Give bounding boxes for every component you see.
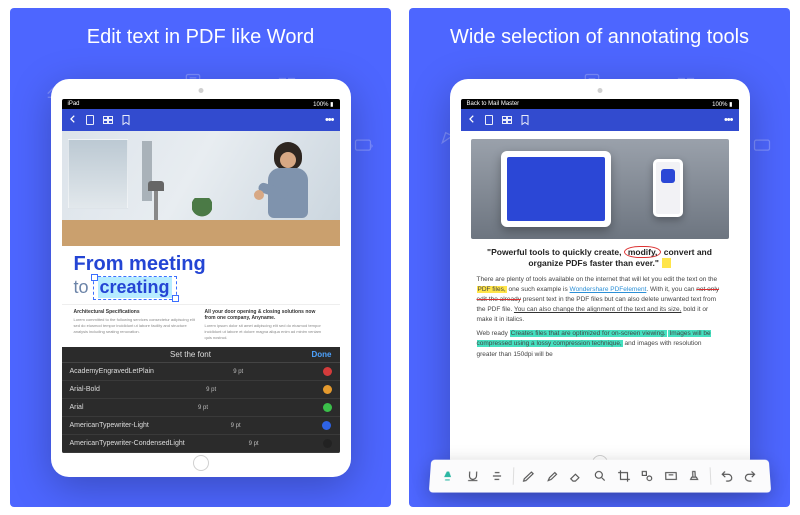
color-swatch[interactable]: [323, 439, 332, 448]
back-button[interactable]: [68, 113, 78, 127]
col1-heading: Architectural Specifications: [74, 309, 197, 315]
tool-marker[interactable]: [544, 468, 560, 483]
circled-word: modify,: [624, 246, 662, 258]
tool-underline[interactable]: [464, 468, 481, 483]
status-left: iPad: [68, 101, 80, 107]
app-toolbar: •••: [461, 109, 739, 131]
headline-edit-word: creating: [98, 277, 172, 298]
toolbar-menu-icon[interactable]: •••: [325, 114, 334, 126]
link: Wondershare PDFelement: [570, 286, 647, 293]
document-page: "Powerful tools to quickly create, modif…: [461, 131, 739, 453]
color-swatch[interactable]: [323, 367, 332, 376]
font-name: AcademyEngravedLetPlain: [70, 368, 154, 375]
highlight-yellow: PDF files,: [477, 286, 507, 293]
tool-stamp[interactable]: [686, 468, 703, 483]
font-row[interactable]: Arial-Bold 9 pt: [62, 381, 340, 399]
col2-text: Lorem ipsum dolor sit amet adipiscing el…: [205, 323, 328, 341]
font-name: AmericanTypewriter-CondensedLight: [70, 440, 185, 447]
tool-crop[interactable]: [615, 468, 631, 483]
color-swatch[interactable]: [323, 385, 332, 394]
body-text: There are plenty of tools available on t…: [461, 275, 739, 370]
font-size: 9 pt: [198, 405, 208, 411]
col1-text: Lorem committed to the following service…: [74, 317, 197, 335]
font-picker-panel: Set the font Done AcademyEngravedLetPlai…: [62, 347, 340, 453]
font-name: Arial: [70, 404, 84, 411]
app-toolbar: •••: [62, 109, 340, 131]
toolbar-doc-icon[interactable]: [483, 114, 495, 126]
annotation-toolbar: [428, 460, 770, 493]
promo-panel-right: Wide selection of annotating tools Back …: [409, 8, 790, 507]
ipad-frame: Back to Mail Master 100% ▮ •••: [450, 79, 750, 477]
toolbar-bookmark-icon[interactable]: [519, 114, 531, 126]
panel-title: Edit text in PDF like Word: [87, 26, 314, 49]
text-edit-selection[interactable]: creating: [93, 276, 177, 300]
ios-status-bar: iPad 100% ▮: [62, 99, 340, 109]
promo-panel-left: Edit text in PDF like Word iPad 100% ▮ •…: [10, 8, 391, 507]
tool-shapes[interactable]: [639, 468, 655, 483]
tool-pen[interactable]: [520, 468, 536, 483]
headline: From meeting to creating: [62, 246, 340, 304]
hero-image: [62, 131, 340, 246]
columns: Architectural Specifications Lorem commi…: [62, 304, 340, 347]
headline-line1: From meeting: [74, 254, 328, 274]
tool-strikethrough[interactable]: [488, 468, 505, 483]
toolbar-pages-icon[interactable]: [501, 114, 513, 126]
ipad-screen: Back to Mail Master 100% ▮ •••: [461, 99, 739, 453]
font-size: 9 pt: [206, 387, 216, 393]
font-row[interactable]: AmericanTypewriter-Light 9 pt: [62, 417, 340, 435]
tool-highlight[interactable]: [441, 468, 458, 483]
panel-title: Wide selection of annotating tools: [450, 26, 749, 49]
back-button[interactable]: [467, 113, 477, 127]
underline: You can also change the alignment of the…: [514, 306, 681, 313]
document-page: From meeting to creating Architectural S…: [62, 131, 340, 453]
status-right: 100% ▮: [712, 101, 732, 108]
font-size: 9 pt: [249, 441, 259, 447]
font-panel-title: Set the font: [170, 350, 211, 359]
toolbar-pages-icon[interactable]: [102, 114, 114, 126]
font-row[interactable]: Arial 9 pt: [62, 399, 340, 417]
ios-status-bar: Back to Mail Master 100% ▮: [461, 99, 739, 109]
toolbar-menu-icon[interactable]: •••: [724, 114, 733, 126]
font-row[interactable]: AcademyEngravedLetPlain 9 pt: [62, 363, 340, 381]
col2-heading: All your door opening & closing solution…: [205, 309, 328, 321]
tool-eraser[interactable]: [568, 468, 584, 483]
tool-redo[interactable]: [741, 468, 758, 483]
pull-quote: "Powerful tools to quickly create, modif…: [461, 245, 739, 275]
status-left: Back to Mail Master: [467, 101, 520, 107]
tool-search[interactable]: [591, 468, 607, 483]
toolbar-doc-icon[interactable]: [84, 114, 96, 126]
color-swatch[interactable]: [322, 421, 331, 430]
font-size: 9 pt: [233, 369, 243, 375]
font-size: 9 pt: [231, 423, 241, 429]
highlight-green: Creates files that are optimized for on-…: [510, 330, 667, 337]
done-button[interactable]: Done: [311, 350, 331, 359]
annotation-toolbar-wrap: [430, 459, 770, 507]
tool-textbox[interactable]: [662, 468, 678, 483]
toolbar-bookmark-icon[interactable]: [120, 114, 132, 126]
status-right: 100% ▮: [313, 101, 333, 108]
tool-undo[interactable]: [718, 468, 735, 483]
font-name: Arial-Bold: [70, 386, 100, 393]
ipad-screen: iPad 100% ▮ •••: [62, 99, 340, 453]
color-swatch[interactable]: [323, 403, 332, 412]
ipad-frame: iPad 100% ▮ •••: [51, 79, 351, 477]
font-row[interactable]: AmericanTypewriter-CondensedLight 9 pt: [62, 435, 340, 453]
headline-to: to: [74, 277, 89, 298]
hero-image: [471, 139, 729, 239]
font-name: AmericanTypewriter-Light: [70, 422, 149, 429]
